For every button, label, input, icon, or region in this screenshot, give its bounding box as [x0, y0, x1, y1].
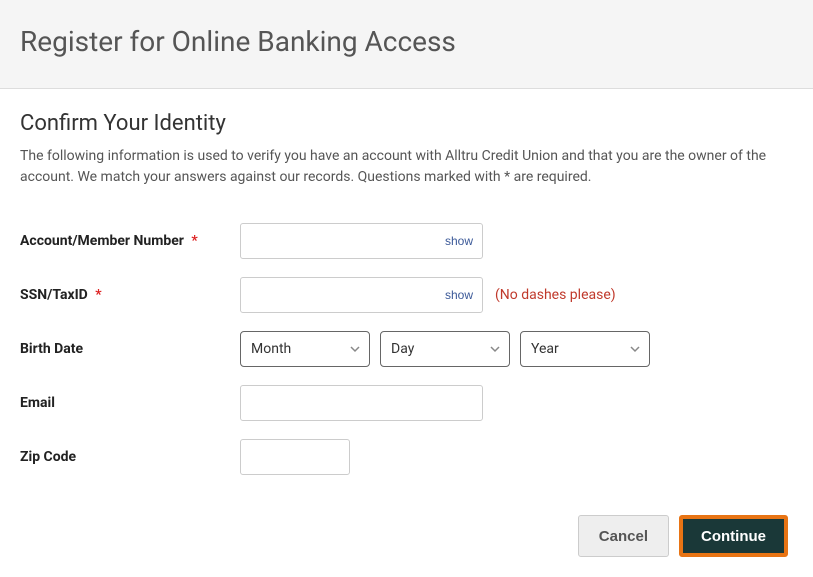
label-birthdate: Birth Date [20, 341, 240, 357]
account-show-button[interactable]: show [445, 234, 473, 248]
section-description: The following information is used to ver… [20, 146, 793, 188]
page-header: Register for Online Banking Access [0, 0, 813, 89]
zip-input[interactable] [240, 439, 350, 475]
row-birthdate: Birth Date Month Day Year [20, 331, 793, 367]
required-mark: * [95, 287, 101, 303]
ssn-hint: (No dashes please) [495, 287, 616, 303]
row-email: Email [20, 385, 793, 421]
button-row: Cancel Continue [20, 515, 793, 557]
day-select-wrap: Day [380, 331, 510, 367]
email-input[interactable] [240, 385, 483, 421]
month-select[interactable]: Month [240, 331, 370, 367]
year-select-wrap: Year [520, 331, 650, 367]
month-select-wrap: Month [240, 331, 370, 367]
day-select-value: Day [391, 341, 414, 357]
section-title: Confirm Your Identity [20, 111, 793, 136]
continue-button[interactable]: Continue [679, 515, 788, 557]
ssn-show-button[interactable]: show [445, 288, 473, 302]
label-account: Account/Member Number * [20, 233, 240, 249]
month-select-value: Month [251, 341, 291, 357]
label-account-text: Account/Member Number [20, 233, 184, 249]
day-select[interactable]: Day [380, 331, 510, 367]
row-zip: Zip Code [20, 439, 793, 475]
label-email: Email [20, 395, 240, 411]
content: Confirm Your Identity The following info… [0, 89, 813, 577]
label-ssn: SSN/TaxID * [20, 287, 240, 303]
label-zip: Zip Code [20, 449, 240, 465]
year-select-value: Year [531, 341, 559, 357]
page-title: Register for Online Banking Access [20, 25, 793, 58]
year-select[interactable]: Year [520, 331, 650, 367]
label-ssn-text: SSN/TaxID [20, 287, 88, 303]
ssn-field-wrap: show [240, 277, 483, 313]
cancel-button[interactable]: Cancel [578, 515, 669, 557]
row-account: Account/Member Number * show [20, 223, 793, 259]
row-ssn: SSN/TaxID * show (No dashes please) [20, 277, 793, 313]
account-field-wrap: show [240, 223, 483, 259]
required-mark: * [191, 233, 197, 249]
